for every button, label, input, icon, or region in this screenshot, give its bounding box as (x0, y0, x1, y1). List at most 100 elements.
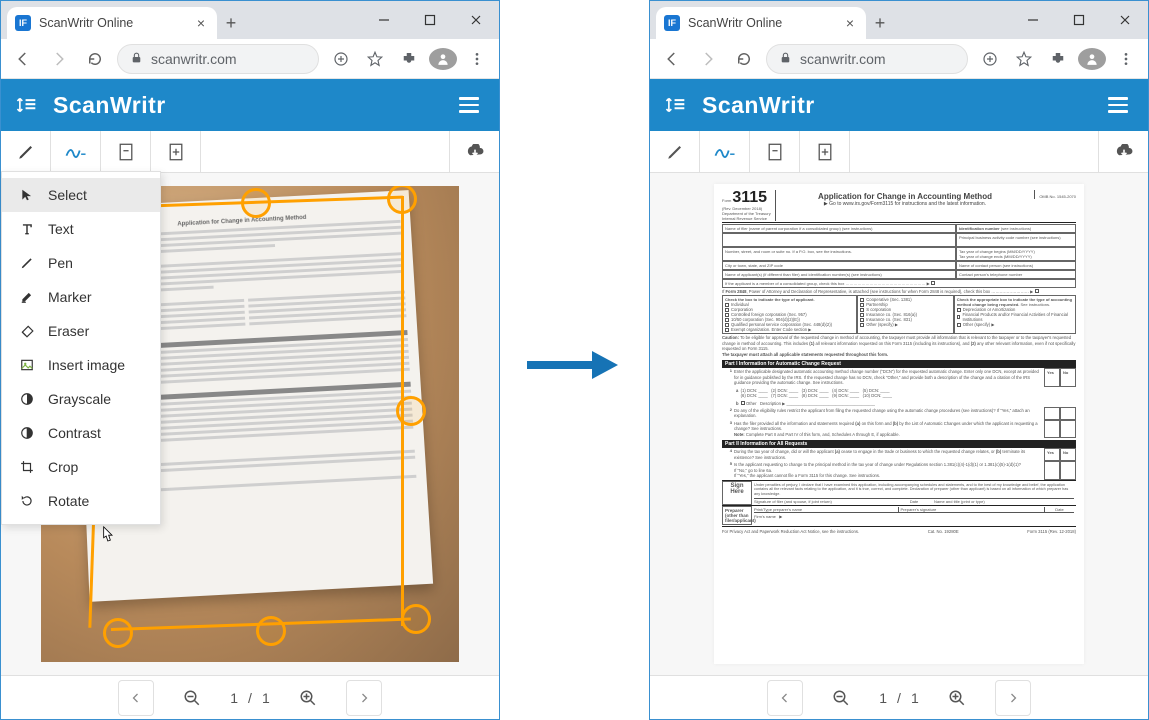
download-tool[interactable] (1098, 131, 1148, 172)
minimize-icon[interactable] (361, 1, 407, 39)
download-tool[interactable] (449, 131, 499, 172)
dd-pen[interactable]: Pen (2, 246, 160, 280)
page-tool[interactable] (750, 131, 800, 172)
signature-tool[interactable] (700, 131, 750, 172)
form-part2: Part II Information for All Requests (722, 440, 1076, 448)
dd-grayscale[interactable]: Grayscale (2, 382, 160, 416)
grayscale-icon (18, 392, 36, 406)
back-button[interactable] (9, 45, 37, 73)
next-page-button[interactable] (346, 680, 382, 716)
maximize-icon[interactable] (407, 1, 453, 39)
marker-icon (18, 290, 36, 304)
forward-button[interactable] (694, 45, 722, 73)
dd-select[interactable]: Select (2, 178, 160, 212)
add-page-tool[interactable] (151, 131, 201, 172)
maximize-icon[interactable] (1056, 1, 1102, 39)
favicon-icon: IF (664, 15, 680, 31)
favicon-icon: IF (15, 15, 31, 31)
lock-icon (779, 51, 792, 67)
profile-avatar[interactable] (1078, 48, 1106, 70)
add-page-tool[interactable] (800, 131, 850, 172)
brand-icon (664, 92, 690, 118)
contrast-icon (18, 426, 36, 440)
form-prefix: Form (722, 198, 731, 203)
prev-page-button[interactable] (767, 680, 803, 716)
crop-handle[interactable] (103, 618, 133, 648)
dd-label: Rotate (48, 493, 89, 509)
dd-contrast[interactable]: Contrast (2, 416, 160, 450)
dd-insert-image[interactable]: Insert image (2, 348, 160, 382)
crop-handle[interactable] (396, 396, 426, 426)
hamburger-menu[interactable] (1102, 91, 1134, 119)
back-button[interactable] (658, 45, 686, 73)
tab-title: ScanWritr Online (39, 16, 133, 30)
crop-handle[interactable] (387, 186, 417, 214)
page-tool[interactable] (101, 131, 151, 172)
browser-tab[interactable]: IF ScanWritr Online × (656, 7, 866, 39)
profile-avatar[interactable] (429, 48, 457, 70)
brand-name: ScanWritr (702, 92, 815, 119)
extensions-icon[interactable] (1044, 50, 1072, 68)
crop-handle[interactable] (241, 188, 271, 218)
close-icon[interactable] (1102, 1, 1148, 39)
reload-button[interactable] (730, 45, 758, 73)
crop-handle[interactable] (256, 616, 286, 646)
form-number: 3115 (732, 189, 767, 206)
url-text: scanwritr.com (800, 51, 886, 67)
new-tab-button[interactable]: + (217, 7, 245, 39)
extensions-icon[interactable] (395, 50, 423, 68)
rotate-icon (18, 494, 36, 508)
window-controls (361, 1, 499, 39)
close-icon[interactable] (453, 1, 499, 39)
tab-close-icon[interactable]: × (846, 15, 854, 31)
edit-tool[interactable] (1, 131, 51, 172)
form-title: Application for Change in Accounting Met… (818, 192, 992, 201)
url-field[interactable]: scanwritr.com (117, 44, 319, 74)
next-page-button[interactable] (995, 680, 1031, 716)
zoom-out-button[interactable] (823, 680, 859, 716)
dd-text[interactable]: Text (2, 212, 160, 246)
url-field[interactable]: scanwritr.com (766, 44, 968, 74)
browser-window-right: IF ScanWritr Online × + scanwritr.com (649, 0, 1149, 720)
tab-close-icon[interactable]: × (197, 15, 205, 31)
hamburger-menu[interactable] (453, 91, 485, 119)
kebab-menu-icon[interactable] (463, 51, 491, 67)
dd-label: Contrast (48, 425, 101, 441)
zoom-out-button[interactable] (174, 680, 210, 716)
titlebar: IF ScanWritr Online × + (650, 1, 1148, 39)
dd-crop[interactable]: Crop (2, 450, 160, 484)
minimize-icon[interactable] (1010, 1, 1056, 39)
dd-rotate[interactable]: Rotate (2, 484, 160, 518)
add-shortcut-icon[interactable] (976, 50, 1004, 68)
titlebar: IF ScanWritr Online × + (1, 1, 499, 39)
url-text: scanwritr.com (151, 51, 237, 67)
edit-dropdown: Select Text Pen Marker Eraser Insert ima… (1, 171, 161, 525)
pager: 1 / 1 (1, 675, 499, 719)
add-shortcut-icon[interactable] (327, 50, 355, 68)
form-omb: OMB No. 1545-2070 (1034, 190, 1076, 199)
signature-tool[interactable] (51, 131, 101, 172)
dd-label: Crop (48, 459, 78, 475)
pen-icon (18, 256, 36, 270)
kebab-menu-icon[interactable] (1112, 51, 1140, 67)
forward-button[interactable] (45, 45, 73, 73)
reload-button[interactable] (81, 45, 109, 73)
dd-label: Text (48, 221, 74, 237)
zoom-in-button[interactable] (939, 680, 975, 716)
crop-handle[interactable] (401, 604, 431, 634)
page-sep: / (248, 690, 252, 706)
dd-eraser[interactable]: Eraser (2, 314, 160, 348)
dd-label: Pen (48, 255, 73, 271)
zoom-in-button[interactable] (290, 680, 326, 716)
edit-tool[interactable] (650, 131, 700, 172)
dd-label: Eraser (48, 323, 89, 339)
dd-marker[interactable]: Marker (2, 280, 160, 314)
canvas-area[interactable]: Form 3115 (Rev. December 2018) Departmen… (650, 173, 1148, 675)
browser-tab[interactable]: IF ScanWritr Online × (7, 7, 217, 39)
star-icon[interactable] (1010, 50, 1038, 68)
new-tab-button[interactable]: + (866, 7, 894, 39)
star-icon[interactable] (361, 50, 389, 68)
dd-label: Select (48, 187, 87, 203)
image-icon (18, 358, 36, 372)
prev-page-button[interactable] (118, 680, 154, 716)
